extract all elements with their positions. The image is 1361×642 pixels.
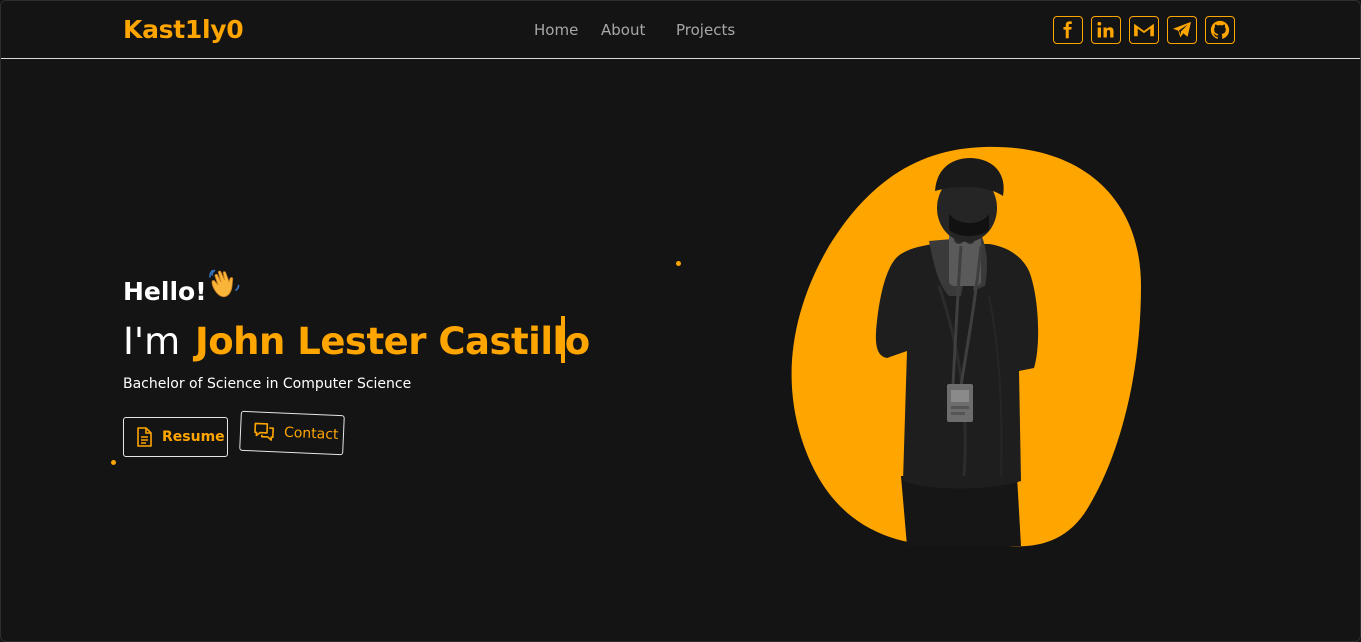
nav-projects[interactable]: Projects [676, 21, 735, 39]
document-icon [137, 427, 152, 447]
nav-about[interactable]: About [601, 21, 645, 39]
profile-portrait [789, 146, 1144, 554]
chat-bubbles-icon [254, 422, 274, 441]
linkedin-icon [1097, 21, 1114, 38]
linkedin-link[interactable] [1091, 16, 1121, 44]
decorative-dot [111, 460, 116, 465]
telegram-link[interactable] [1167, 16, 1197, 44]
github-icon [1210, 20, 1230, 39]
hero-subtitle: Bachelor of Science in Computer Science [123, 376, 412, 392]
telegram-icon [1173, 21, 1191, 38]
gmail-link[interactable] [1129, 16, 1159, 44]
intro-text: I'm [123, 320, 181, 363]
contact-button[interactable]: Contact [239, 410, 345, 456]
greeting: Hello! [123, 277, 207, 306]
resume-button[interactable]: Resume [123, 417, 228, 457]
resume-label: Resume [162, 429, 225, 445]
contact-label: Contact [283, 424, 339, 444]
page: Kast1ly0 Home About Projects Hello! I'm … [0, 0, 1361, 642]
typing-cursor [561, 316, 565, 363]
facebook-icon [1063, 21, 1072, 39]
nav-home[interactable]: Home [534, 21, 578, 39]
decorative-dot [676, 261, 681, 266]
facebook-link[interactable] [1053, 16, 1083, 44]
waving-hand-icon [209, 268, 243, 304]
github-link[interactable] [1205, 16, 1235, 44]
navbar: Kast1ly0 Home About Projects [1, 1, 1360, 59]
brand-logo[interactable]: Kast1ly0 [123, 15, 244, 44]
hero-name: John Lester Castillo [195, 320, 590, 363]
gmail-icon [1134, 23, 1154, 37]
